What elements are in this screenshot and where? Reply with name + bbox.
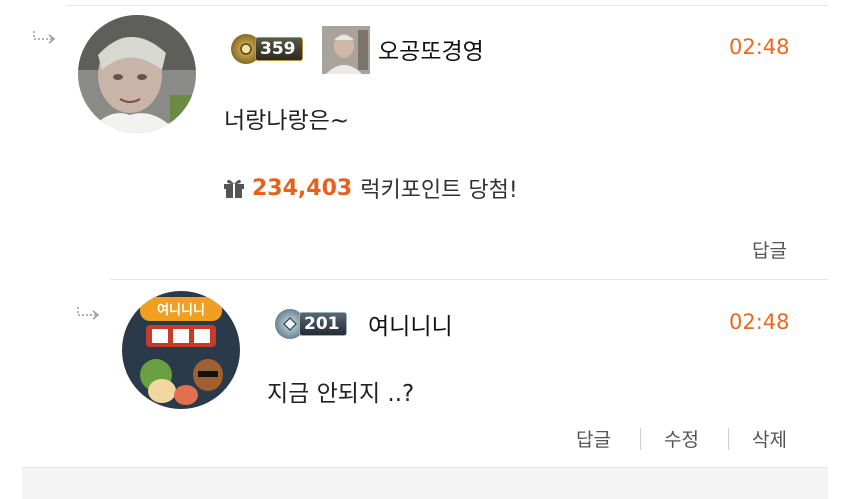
reply-arrow-icon (77, 307, 100, 320)
comment-divider (110, 279, 828, 280)
gift-icon (224, 179, 244, 198)
delete-button[interactable]: 삭제 (752, 425, 787, 452)
lucky-points-value: 234,403 (252, 175, 353, 201)
reply-button[interactable]: 답글 (576, 425, 611, 452)
author-name[interactable]: 여니니니 (368, 307, 453, 341)
lucky-point-notice: 234,403 럭키포인트 당첨! (222, 172, 518, 204)
edit-button[interactable]: 수정 (664, 425, 699, 452)
level-number: 359 (255, 37, 303, 61)
reply-arrow-icon (33, 31, 56, 44)
comment-time: 02:48 (729, 35, 790, 59)
comment-time: 02:48 (729, 310, 790, 334)
comment-text: 지금 안되지 ..? (267, 381, 415, 407)
avatar-text: 여니니니 (157, 303, 205, 318)
avatar[interactable] (78, 15, 196, 133)
reply-button[interactable]: 답글 (752, 236, 787, 263)
comment-input-area[interactable] (22, 468, 828, 499)
level-badge: 201 (275, 309, 347, 339)
comment-text: 너랑나랑은~ (224, 108, 350, 134)
top-divider (66, 5, 828, 6)
level-badge: 359 (231, 34, 303, 64)
action-separator (640, 428, 641, 450)
user-icon-thumbnail (322, 26, 370, 74)
action-separator (728, 428, 729, 450)
author-name[interactable]: 오공또경영 (378, 32, 484, 66)
level-number: 201 (299, 312, 347, 336)
lucky-points-label: 럭키포인트 당첨! (360, 178, 518, 203)
